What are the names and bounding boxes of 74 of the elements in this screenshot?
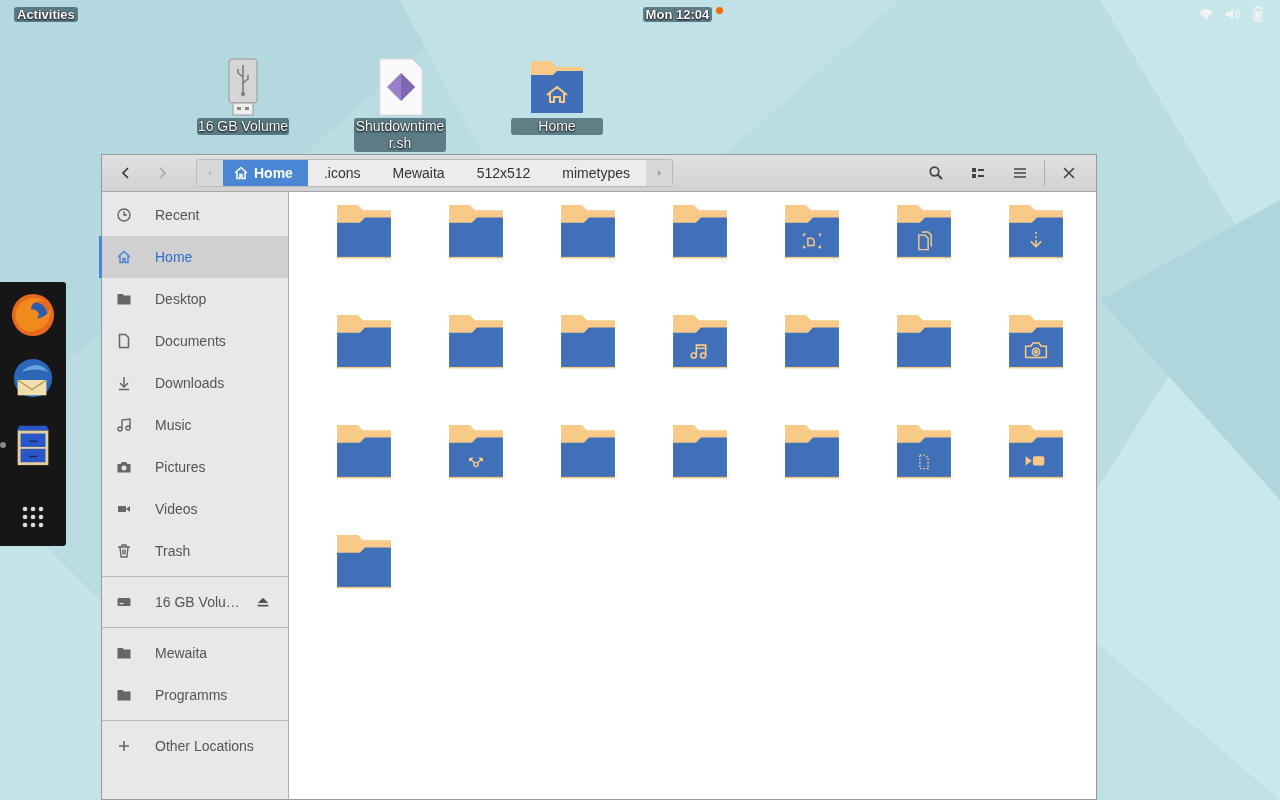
sidebar-item[interactable]: Home bbox=[99, 236, 288, 278]
triangle-left-icon bbox=[206, 169, 214, 177]
folder-icon[interactable] bbox=[671, 422, 729, 480]
download-icon bbox=[1030, 231, 1042, 248]
folder-icon bbox=[116, 291, 132, 307]
search-icon bbox=[928, 165, 944, 181]
folder-icon[interactable] bbox=[895, 422, 953, 480]
folder-icon[interactable] bbox=[895, 202, 953, 260]
desktop-icon-label[interactable]: Shutdowntimer.sh bbox=[354, 118, 446, 152]
sidebar-item[interactable]: Mewaita bbox=[99, 632, 288, 674]
folder-icon[interactable] bbox=[783, 312, 841, 370]
desktop-icon-label[interactable]: Home bbox=[511, 118, 603, 135]
folder-icon[interactable] bbox=[447, 422, 505, 480]
sidebar-item[interactable]: Videos bbox=[99, 488, 288, 530]
music-icon bbox=[116, 417, 132, 433]
folder-icon[interactable] bbox=[335, 312, 393, 370]
globe-icon[interactable] bbox=[10, 292, 56, 338]
sidebar-item[interactable]: Documents bbox=[99, 320, 288, 362]
app-grid-icon[interactable] bbox=[21, 505, 45, 529]
folder-icon[interactable] bbox=[1007, 422, 1065, 480]
path-button[interactable]: Mewaita bbox=[376, 160, 461, 186]
list-view-icon bbox=[970, 165, 986, 181]
folder-icon bbox=[116, 645, 132, 661]
home-icon bbox=[233, 165, 249, 181]
menu-icon bbox=[1012, 165, 1028, 181]
folder-icon[interactable] bbox=[1007, 312, 1065, 370]
path-button[interactable]: mimetypes bbox=[546, 160, 647, 186]
folder-icon bbox=[116, 687, 132, 703]
folder-icon[interactable] bbox=[783, 422, 841, 480]
desktop-icon-label[interactable]: 16 GB Volume bbox=[197, 118, 289, 135]
folder-icon[interactable] bbox=[447, 312, 505, 370]
video-camera-icon bbox=[1025, 456, 1045, 466]
home-icon bbox=[116, 249, 132, 265]
folder-icon[interactable] bbox=[895, 312, 953, 370]
documents-icon bbox=[918, 231, 932, 251]
sidebar-item[interactable]: Desktop bbox=[99, 278, 288, 320]
camera-icon bbox=[1024, 342, 1048, 359]
folder-icon[interactable] bbox=[783, 202, 841, 260]
folder-icon[interactable] bbox=[447, 202, 505, 260]
sidebar-item[interactable]: Pictures bbox=[99, 446, 288, 488]
sidebar-item[interactable]: Trash bbox=[99, 530, 288, 572]
folder-icon[interactable] bbox=[335, 422, 393, 480]
activities-button[interactable]: Activities bbox=[14, 6, 78, 22]
folder-icon[interactable] bbox=[559, 422, 617, 480]
download-icon bbox=[116, 375, 132, 391]
trash-icon bbox=[116, 543, 132, 559]
sidebar-item[interactable]: 16 GB Volu… bbox=[99, 581, 288, 623]
camera-icon bbox=[116, 459, 132, 475]
path-button[interactable]: 512x512 bbox=[460, 160, 547, 186]
clock-icon bbox=[116, 207, 132, 223]
folder-icon[interactable] bbox=[335, 532, 393, 590]
eject-icon[interactable] bbox=[256, 595, 270, 609]
music-icon bbox=[690, 344, 707, 359]
document-icon bbox=[116, 333, 132, 349]
folder-icon[interactable] bbox=[671, 312, 729, 370]
sidebar-item[interactable]: Programms bbox=[99, 674, 288, 716]
folder-icon[interactable] bbox=[559, 312, 617, 370]
screenshot-icon bbox=[803, 233, 821, 249]
path-button[interactable]: Home bbox=[223, 160, 308, 186]
triangle-right-icon bbox=[655, 169, 664, 177]
sidebar-item[interactable]: Music bbox=[99, 404, 288, 446]
sidebar-item[interactable]: Recent bbox=[99, 194, 288, 236]
folder-icon[interactable] bbox=[559, 202, 617, 260]
plus-icon bbox=[116, 738, 132, 754]
template-icon bbox=[919, 454, 929, 470]
close-icon bbox=[1061, 165, 1077, 181]
folder-icon[interactable] bbox=[335, 202, 393, 260]
share-icon bbox=[469, 457, 483, 468]
sidebar-item[interactable]: Other Locations bbox=[99, 725, 288, 767]
clock[interactable]: Mon 12:04 bbox=[642, 6, 713, 22]
sidebar-item[interactable]: Downloads bbox=[99, 362, 288, 404]
folder-icon[interactable] bbox=[1007, 202, 1065, 260]
path-button[interactable]: .icons bbox=[307, 160, 377, 186]
folder-icon[interactable] bbox=[671, 202, 729, 260]
